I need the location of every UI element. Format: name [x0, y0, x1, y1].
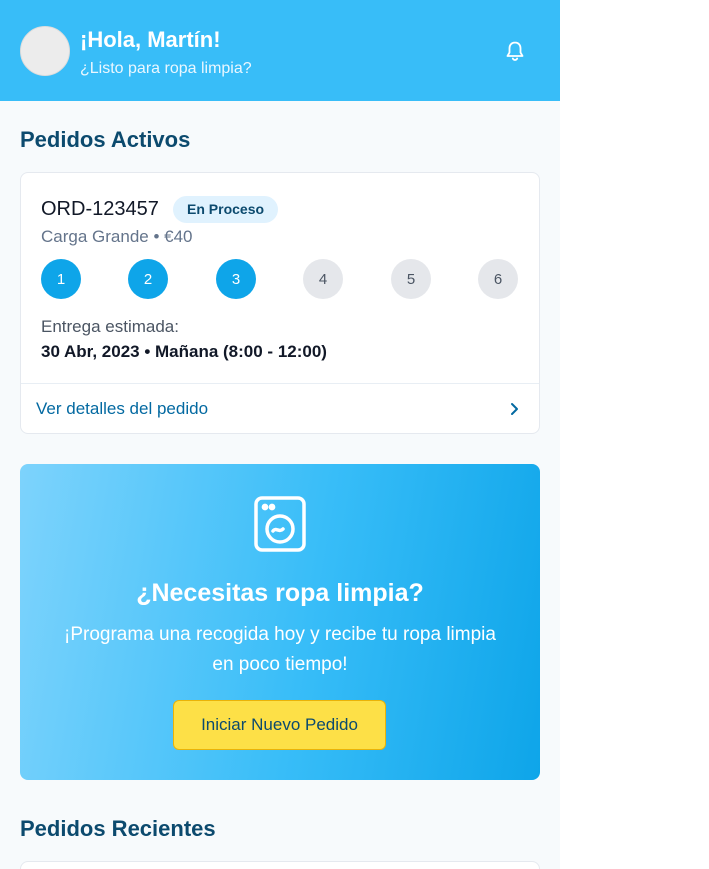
header: ¡Hola, Martín! ¿Listo para ropa limpia?: [0, 0, 560, 101]
progress-step-5: 5: [391, 259, 431, 299]
bell-icon[interactable]: [502, 38, 528, 64]
washing-machine-icon: [253, 495, 307, 553]
app-screen: ¡Hola, Martín! ¿Listo para ropa limpia? …: [0, 0, 560, 869]
progress-step-4: 4: [303, 259, 343, 299]
order-progress-steps: 1 2 3 4 5 6: [41, 259, 519, 299]
status-badge: En Proceso: [173, 196, 279, 223]
progress-step-6: 6: [478, 259, 518, 299]
order-meta: Carga Grande • €40: [41, 227, 193, 246]
active-order-card: ORD-123457 En Proceso Carga Grande • €40…: [20, 172, 540, 434]
greeting-subtitle: ¿Listo para ropa limpia?: [80, 60, 252, 77]
progress-step-2: 2: [128, 259, 168, 299]
active-orders-title: Pedidos Activos: [20, 127, 191, 152]
greeting-title: ¡Hola, Martín!: [80, 27, 221, 52]
start-new-order-button[interactable]: Iniciar Nuevo Pedido: [173, 700, 386, 750]
eta-label: Entrega estimada:: [41, 317, 179, 336]
progress-step-3: 3: [216, 259, 256, 299]
promo-text: ¡Programa una recogida hoy y recibe tu r…: [64, 624, 496, 675]
recent-order-card[interactable]: [20, 861, 540, 869]
order-details-link[interactable]: Ver detalles del pedido: [36, 399, 208, 419]
recent-orders-title: Pedidos Recientes: [20, 816, 216, 841]
eta-value: 30 Abr, 2023 • Mañana (8:00 - 12:00): [41, 342, 327, 361]
new-order-promo: ¿Necesitas ropa limpia? ¡Programa una re…: [20, 464, 540, 780]
user-avatar[interactable]: [20, 26, 70, 76]
chevron-right-icon[interactable]: [506, 399, 522, 419]
order-id: ORD-123457: [41, 198, 159, 220]
promo-title: ¿Necesitas ropa limpia?: [136, 579, 424, 607]
progress-step-1: 1: [41, 259, 81, 299]
card-divider: [21, 383, 539, 384]
